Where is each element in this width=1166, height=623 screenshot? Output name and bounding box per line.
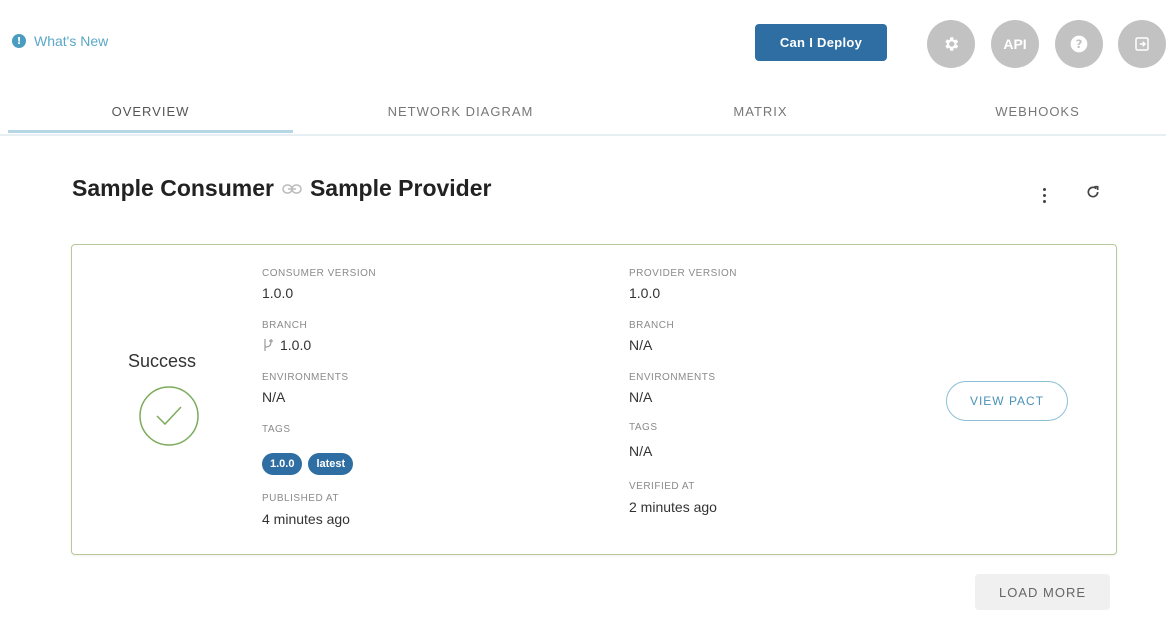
consumer-name: Sample Consumer — [72, 175, 274, 201]
api-button[interactable]: API — [991, 20, 1039, 68]
svg-text:?: ? — [1076, 37, 1083, 51]
consumer-tags: 1.0.0 latest — [262, 453, 354, 475]
whats-new-label: What's New — [34, 33, 109, 49]
tab-matrix[interactable]: MATRIX — [618, 90, 903, 132]
published-at-label: PUBLISHED AT — [262, 493, 339, 504]
provider-version-label: PROVIDER VERSION — [629, 268, 738, 279]
consumer-tags-label: TAGS — [262, 424, 291, 435]
consumer-branch-value: 1.0.0 — [280, 337, 312, 353]
status-text: Success — [128, 351, 197, 371]
provider-environments-label: ENVIRONMENTS — [629, 372, 716, 383]
view-pact-button[interactable]: VIEW PACT — [946, 381, 1068, 421]
top-bar: ! What's New Can I Deploy API ? — [0, 0, 1166, 90]
info-icon: ! — [12, 34, 26, 48]
api-label: API — [1003, 36, 1027, 52]
active-tab-indicator — [8, 130, 293, 133]
consumer-environments-value: N/A — [262, 389, 286, 405]
link-icon — [282, 183, 302, 195]
provider-branch-value: N/A — [629, 337, 653, 353]
gear-icon — [945, 37, 959, 51]
logout-icon — [1135, 37, 1149, 51]
provider-version-value: 1.0.0 — [629, 285, 661, 301]
page-title: Sample Consumer Sample Provider — [72, 175, 491, 202]
tab-network-diagram[interactable]: NETWORK DIAGRAM — [318, 90, 603, 132]
consumer-branch-label: BRANCH — [262, 320, 308, 331]
tab-webhooks[interactable]: WEBHOOKS — [895, 90, 1166, 132]
provider-tags-value: N/A — [629, 443, 653, 459]
help-button[interactable]: ? — [1055, 20, 1103, 68]
tab-overview[interactable]: OVERVIEW — [8, 90, 293, 132]
consumer-branch: 1.0.0 — [262, 337, 311, 353]
pact-card: Success CONSUMER VERSION 1.0.0 BRANCH 1.… — [71, 244, 1117, 555]
provider-branch-label: BRANCH — [629, 320, 675, 331]
consumer-version-label: CONSUMER VERSION — [262, 268, 377, 279]
more-vert-icon[interactable] — [1036, 183, 1052, 207]
load-more-button[interactable]: LOAD MORE — [975, 574, 1110, 610]
help-icon: ? — [1070, 35, 1088, 53]
provider-name: Sample Provider — [309, 175, 492, 201]
tag-chip[interactable]: latest — [308, 453, 354, 475]
logout-button[interactable] — [1118, 20, 1166, 68]
provider-environments-value: N/A — [629, 389, 653, 405]
whats-new-link[interactable]: ! What's New — [12, 33, 108, 49]
settings-button[interactable] — [927, 20, 975, 68]
refresh-icon[interactable] — [1085, 184, 1101, 205]
tab-bar: OVERVIEW NETWORK DIAGRAM MATRIX WEBHOOKS — [0, 90, 1166, 136]
can-i-deploy-button[interactable]: Can I Deploy — [755, 24, 887, 61]
git-branch-icon — [264, 339, 273, 351]
verified-at-label: VERIFIED AT — [629, 481, 695, 492]
check-circle-icon — [138, 385, 200, 452]
consumer-environments-label: ENVIRONMENTS — [262, 372, 349, 383]
verified-at-value: 2 minutes ago — [629, 499, 717, 515]
tag-chip[interactable]: 1.0.0 — [262, 453, 303, 475]
provider-tags-label: TAGS — [629, 422, 658, 433]
published-at-value: 4 minutes ago — [262, 511, 350, 527]
consumer-version-value: 1.0.0 — [262, 285, 294, 301]
